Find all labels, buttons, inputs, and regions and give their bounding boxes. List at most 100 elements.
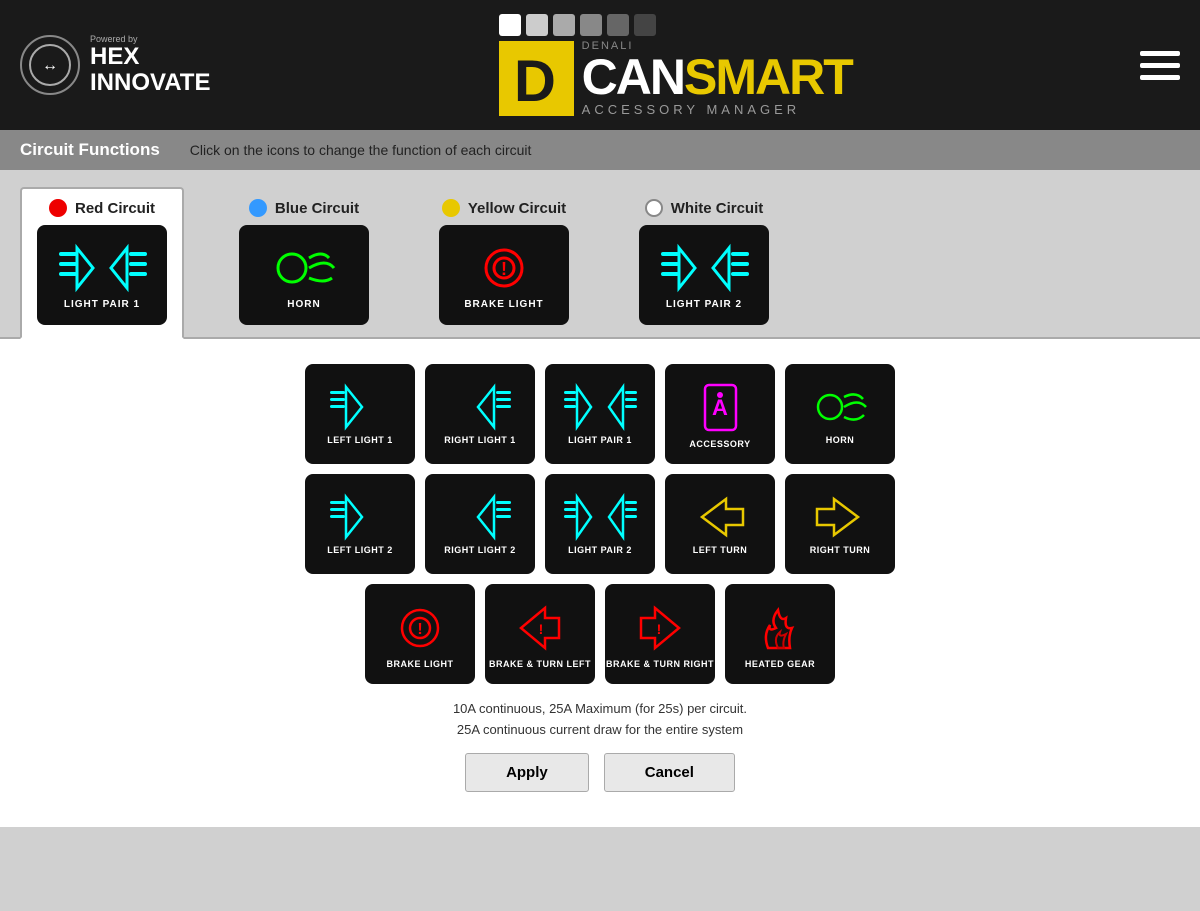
func-heated-gear[interactable]: HEATED GEAR [725, 584, 835, 684]
blue-indicator: Blue Circuit [249, 199, 359, 217]
svg-text:↔: ↔ [42, 57, 58, 74]
circuit-functions-hint: Click on the icons to change the functio… [190, 142, 532, 158]
sq3 [553, 14, 575, 36]
white-indicator: White Circuit [645, 199, 764, 217]
circuit-tab-red[interactable]: Red Circuit LIGHT PAIR 1 [20, 187, 184, 339]
func-horn[interactable]: HORN [785, 364, 895, 464]
cansmart-row: CAN SMART [582, 52, 852, 102]
func-right-light-2[interactable]: RIGHT LIGHT 2 [425, 474, 535, 574]
selector-area: LEFT LIGHT 1 RIGHT LIGHT 1 [0, 337, 1200, 827]
right-light-1-icon [448, 383, 513, 431]
yellow-indicator: Yellow Circuit [442, 199, 566, 217]
func-right-turn[interactable]: RIGHT TURN [785, 474, 895, 574]
func-light-pair-1[interactable]: LIGHT PAIR 1 [545, 364, 655, 464]
button-row: Apply Cancel [20, 753, 1180, 792]
svg-text:!: ! [538, 621, 543, 637]
smart-text: SMART [684, 52, 852, 102]
white-circuit-name: White Circuit [671, 200, 764, 217]
red-indicator: Red Circuit [49, 199, 155, 217]
yellow-circuit-name: Yellow Circuit [468, 200, 566, 217]
func-left-light-1[interactable]: LEFT LIGHT 1 [305, 364, 415, 464]
right-light-2-label: RIGHT LIGHT 2 [444, 545, 516, 555]
blue-circuit-name: Blue Circuit [275, 200, 359, 217]
center-logo: D DENALI CAN SMART ACCESSORY MANAGER [499, 14, 852, 117]
notice-text: 10A continuous, 25A Maximum (for 25s) pe… [20, 699, 1180, 741]
heated-gear-icon [748, 600, 813, 655]
accessory-icon: A [693, 380, 748, 435]
light-pair-1-icon [563, 383, 638, 431]
red-circuit-icon-box: LIGHT PAIR 1 [37, 225, 167, 325]
func-brake-light[interactable]: ! BRAKE LIGHT [365, 584, 475, 684]
yellow-circuit-icon-svg: ! [464, 240, 544, 295]
heated-gear-label: HEATED GEAR [745, 659, 815, 669]
sq1 [499, 14, 521, 36]
cancel-button[interactable]: Cancel [604, 753, 735, 792]
acc-manager: ACCESSORY MANAGER [582, 102, 852, 117]
left-light-2-icon [328, 493, 393, 541]
sq2 [526, 14, 548, 36]
brake-turn-right-label: BRAKE & TURN RIGHT [606, 659, 714, 669]
hex-icon: ↔ [20, 35, 80, 95]
right-turn-icon [808, 493, 873, 541]
main-area: Red Circuit LIGHT PAIR 1 [0, 170, 1200, 827]
func-light-pair-2[interactable]: LIGHT PAIR 2 [545, 474, 655, 574]
icon-row-1: LEFT LIGHT 1 RIGHT LIGHT 1 [305, 364, 895, 464]
white-circuit-icon-svg [659, 240, 749, 295]
blue-function-label: HORN [287, 299, 320, 310]
circuit-tab-blue[interactable]: Blue Circuit HORN [224, 189, 384, 337]
icon-row-2: LEFT LIGHT 2 RIGHT LIGHT 2 [305, 474, 895, 574]
hex-logo: ↔ Powered by HEXINNOVATE [20, 34, 210, 97]
header: ↔ Powered by HEXINNOVATE [0, 0, 1200, 130]
brake-turn-left-label: BRAKE & TURN LEFT [489, 659, 591, 669]
circuit-tab-white[interactable]: White Circuit LIGHT PAIR 2 [624, 189, 784, 337]
sq4 [580, 14, 602, 36]
red-function-label: LIGHT PAIR 1 [64, 299, 140, 310]
svg-text:A: A [712, 395, 728, 420]
svg-text:!: ! [656, 621, 661, 637]
right-light-2-icon [448, 493, 513, 541]
icon-row-3: ! BRAKE LIGHT ! BRAKE & TURN LEFT [365, 584, 835, 684]
func-right-light-1[interactable]: RIGHT LIGHT 1 [425, 364, 535, 464]
brake-light-label: BRAKE LIGHT [387, 659, 454, 669]
light-pair-2-label: LIGHT PAIR 2 [568, 545, 632, 555]
svg-text:!: ! [501, 259, 507, 279]
left-turn-icon [688, 493, 753, 541]
right-light-1-label: RIGHT LIGHT 1 [444, 435, 516, 445]
red-circuit-name: Red Circuit [75, 200, 155, 217]
yellow-function-label: BRAKE LIGHT [464, 299, 543, 310]
denali-text: DENALI CAN SMART ACCESSORY MANAGER [582, 40, 852, 117]
right-turn-label: RIGHT TURN [810, 545, 871, 555]
func-brake-turn-right[interactable]: ! BRAKE & TURN RIGHT [605, 584, 715, 684]
hamburger-line-2 [1140, 63, 1180, 68]
notice-line-2: 25A continuous current draw for the enti… [20, 720, 1180, 741]
blue-circuit-icon-svg [264, 240, 344, 295]
left-turn-label: LEFT TURN [693, 545, 748, 555]
left-light-1-icon [328, 383, 393, 431]
left-light-1-label: LEFT LIGHT 1 [327, 435, 393, 445]
notice-line-1: 10A continuous, 25A Maximum (for 25s) pe… [20, 699, 1180, 720]
func-accessory[interactable]: A ACCESSORY [665, 364, 775, 464]
squares-row [499, 14, 656, 36]
red-circuit-icon-svg [57, 240, 147, 295]
func-brake-turn-left[interactable]: ! BRAKE & TURN LEFT [485, 584, 595, 684]
light-pair-2-icon [563, 493, 638, 541]
red-dot [49, 199, 67, 217]
hex-text: Powered by HEXINNOVATE [90, 34, 210, 97]
hamburger-line-1 [1140, 51, 1180, 56]
icon-grid: LEFT LIGHT 1 RIGHT LIGHT 1 [20, 364, 1180, 684]
apply-button[interactable]: Apply [465, 753, 589, 792]
yellow-circuit-icon-box: ! BRAKE LIGHT [439, 225, 569, 325]
func-left-turn[interactable]: LEFT TURN [665, 474, 775, 574]
circuit-tab-yellow[interactable]: Yellow Circuit ! BRAKE LIGHT [424, 189, 584, 337]
circuit-functions-bar: Circuit Functions Click on the icons to … [0, 130, 1200, 170]
svg-text:D: D [514, 49, 556, 111]
horn-label: HORN [826, 435, 855, 445]
white-dot [645, 199, 663, 217]
func-left-light-2[interactable]: LEFT LIGHT 2 [305, 474, 415, 574]
brake-turn-right-icon: ! [623, 600, 698, 655]
brake-light-icon: ! [388, 600, 453, 655]
yellow-dot [442, 199, 460, 217]
white-circuit-icon-box: LIGHT PAIR 2 [639, 225, 769, 325]
hamburger-menu[interactable] [1140, 51, 1180, 80]
can-text: CAN [582, 52, 684, 102]
